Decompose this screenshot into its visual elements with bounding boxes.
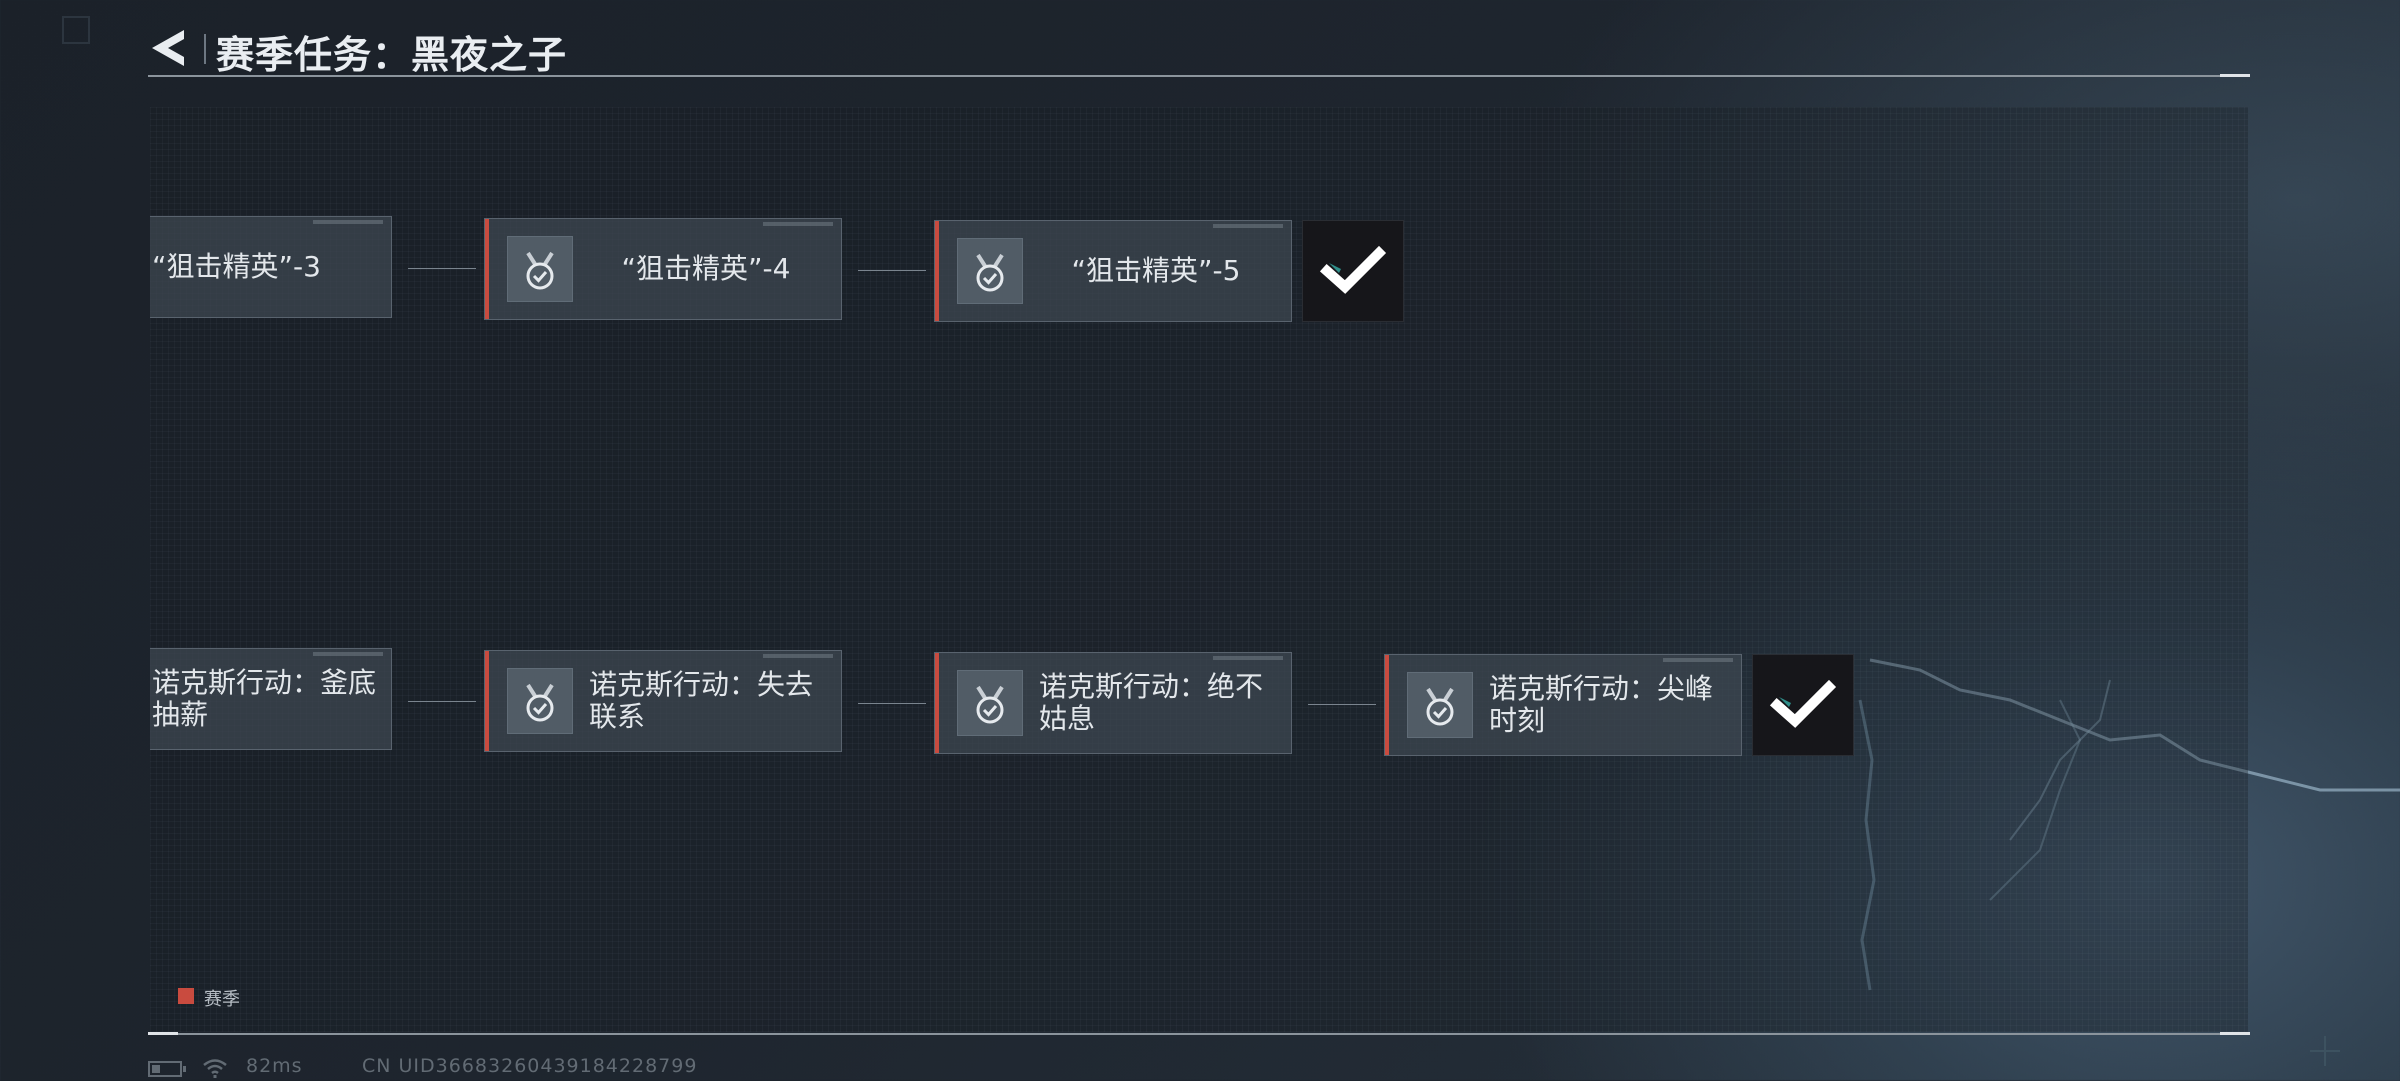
card-code-decoration bbox=[1213, 224, 1283, 228]
battery-icon bbox=[148, 1061, 186, 1077]
mission-connector bbox=[408, 268, 476, 269]
back-arrow-icon bbox=[152, 30, 184, 66]
chain-complete-badge bbox=[1752, 654, 1854, 756]
legend-swatch-season bbox=[178, 988, 194, 1004]
header-divider-cap bbox=[2220, 74, 2250, 77]
medal-check-icon bbox=[507, 236, 573, 302]
header-separator bbox=[204, 34, 206, 64]
mission-label: 诺克斯行动：釜底 抽薪 bbox=[152, 667, 377, 731]
mission-card[interactable]: 诺克斯行动：尖峰 时刻 bbox=[1384, 654, 1742, 756]
corner-frame-decoration bbox=[62, 16, 90, 44]
mission-connector bbox=[1308, 704, 1376, 705]
card-code-decoration bbox=[1663, 658, 1733, 662]
mission-connector bbox=[858, 703, 926, 704]
card-code-decoration bbox=[313, 220, 383, 224]
season-accent bbox=[935, 221, 939, 321]
back-button[interactable] bbox=[148, 26, 192, 70]
battery-level bbox=[152, 1065, 160, 1073]
mission-card[interactable]: 诺克斯行动：釜底 抽薪 bbox=[150, 648, 392, 750]
page-title: 赛季任务：黑夜之子 bbox=[216, 33, 568, 77]
mission-connector bbox=[408, 701, 476, 702]
footer-divider-cap-left bbox=[148, 1032, 178, 1035]
header-divider bbox=[148, 75, 2250, 77]
mission-label: 诺克斯行动：尖峰 时刻 bbox=[1489, 672, 1714, 737]
medal-check-icon bbox=[507, 668, 573, 734]
medal-check-icon bbox=[1407, 672, 1473, 738]
ping-readout: 82ms bbox=[246, 1055, 303, 1077]
corner-plus-decoration bbox=[2310, 1036, 2340, 1066]
medal-check-icon bbox=[957, 238, 1023, 304]
season-accent bbox=[485, 651, 489, 751]
card-code-decoration bbox=[763, 654, 833, 658]
mission-label: “狙击精英”-5 bbox=[1071, 254, 1241, 287]
status-bar: 82ms CN UID36683260439184228799 bbox=[148, 1055, 848, 1081]
mission-card[interactable]: “狙击精英”-4 bbox=[484, 218, 842, 320]
page-header: 赛季任务：黑夜之子 bbox=[148, 22, 2250, 77]
footer-divider-cap-right bbox=[2220, 1032, 2250, 1035]
legend-label: 赛季 bbox=[204, 989, 240, 1010]
card-code-decoration bbox=[763, 222, 833, 226]
checkmark-icon bbox=[1319, 245, 1387, 294]
card-code-decoration bbox=[313, 652, 383, 656]
mission-card[interactable]: 诺克斯行动：绝不 姑息 bbox=[934, 652, 1292, 754]
chain-complete-badge bbox=[1302, 220, 1404, 322]
mission-label: 诺克斯行动：绝不 姑息 bbox=[1039, 670, 1264, 735]
season-accent bbox=[1385, 655, 1389, 755]
card-code-decoration bbox=[1213, 656, 1283, 660]
wifi-icon bbox=[203, 1059, 227, 1078]
mission-card[interactable]: “狙击精英”-3 bbox=[150, 216, 392, 318]
season-accent bbox=[485, 219, 489, 319]
mission-card[interactable]: 诺克斯行动：失去 联系 bbox=[484, 650, 842, 752]
mission-label: 诺克斯行动：失去 联系 bbox=[589, 668, 814, 733]
mission-label: “狙击精英”-4 bbox=[621, 252, 791, 285]
mission-connector bbox=[858, 270, 926, 271]
uid-readout: CN UID36683260439184228799 bbox=[362, 1055, 698, 1077]
season-accent bbox=[935, 653, 939, 753]
mission-label: “狙击精英”-3 bbox=[152, 251, 321, 283]
footer-divider bbox=[148, 1033, 2250, 1035]
medal-check-icon bbox=[957, 670, 1023, 736]
checkmark-icon bbox=[1769, 679, 1837, 728]
mission-card[interactable]: “狙击精英”-5 bbox=[934, 220, 1292, 322]
